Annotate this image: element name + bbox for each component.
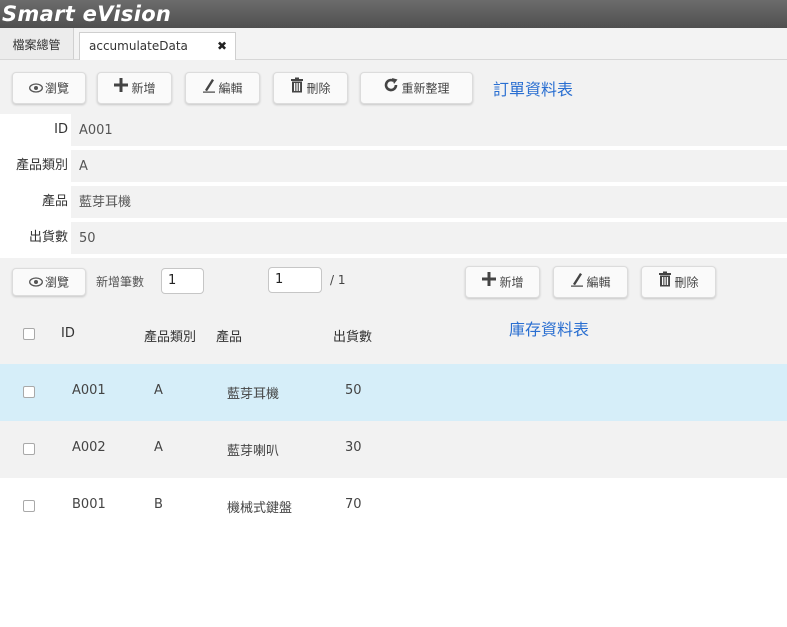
app-title-bar: Smart eVision [0,0,787,28]
category-field[interactable]: A [71,150,787,182]
cell-category: B [154,497,163,512]
add-button[interactable]: 新增 [97,72,172,104]
tab-bar: 檔案總管 accumulateData ✖ [0,28,787,60]
trash-icon [290,74,304,104]
pencil-icon [202,74,216,104]
select-all-checkbox[interactable] [23,328,35,340]
tab-file-explorer[interactable]: 檔案總管 [0,28,74,59]
plus-icon [113,74,129,104]
row-checkbox[interactable] [23,443,35,455]
page-number-input[interactable]: 1 [268,267,322,293]
field-label: 出貨數 [28,230,68,245]
quantity-field[interactable]: 50 [71,222,787,254]
cell-product: 機械式鍵盤 [227,501,293,516]
column-header-quantity[interactable]: 出貨數 [333,326,372,345]
form-row-product: 產品 藍芽耳機 [0,186,787,218]
cell-product: 藍芽耳機 [227,387,280,402]
plus-icon [481,268,497,298]
table-row[interactable]: B001 B 機械式鍵盤 70 [0,478,787,535]
form-row-category: 產品類別 A [0,150,787,182]
cell-category: A [154,383,163,398]
cell-id: B001 [72,497,106,512]
id-field[interactable]: A001 [71,114,787,146]
close-icon[interactable]: ✖ [217,33,227,59]
eye-icon [29,270,43,296]
tab-label: accumulateData [89,39,188,53]
cell-product: 藍芽喇叭 [227,444,280,459]
column-header-product[interactable]: 產品 [216,326,242,345]
cell-quantity: 50 [345,383,362,398]
trash-icon [658,268,672,298]
tab-accumulate-data[interactable]: accumulateData ✖ [79,32,236,60]
column-header-category[interactable]: 產品類別 [144,326,196,345]
table-row[interactable]: A002 A 藍芽喇叭 30 [0,421,787,478]
cell-category: A [154,440,163,455]
cell-quantity: 30 [345,440,362,455]
add-count-input[interactable]: 1 [161,268,204,294]
grid-header: ID 產品類別 產品 出貨數 庫存資料表 [0,304,787,364]
detail-edit-button[interactable]: 編輯 [553,266,628,298]
row-checkbox[interactable] [23,386,35,398]
cell-quantity: 70 [345,497,362,512]
row-checkbox[interactable] [23,500,35,512]
detail-delete-button[interactable]: 刪除 [641,266,716,298]
field-label: 產品類別 [15,158,68,173]
column-header-id[interactable]: ID [61,326,75,341]
view-button[interactable]: 瀏覽 [12,72,86,104]
section-title-inventory: 庫存資料表 [509,320,590,339]
cell-id: A001 [72,383,106,398]
edit-button[interactable]: 編輯 [185,72,260,104]
form-row-id: ID A001 [0,114,787,146]
detail-add-button[interactable]: 新增 [465,266,540,298]
refresh-icon [383,74,399,104]
section-title-orders: 訂單資料表 [493,80,574,99]
table-row[interactable]: A001 A 藍芽耳機 50 [0,364,787,421]
detail-view-button[interactable]: 瀏覽 [12,268,86,296]
delete-button[interactable]: 刪除 [273,72,348,104]
app-title: Smart eVision [2,2,172,26]
field-label: ID [54,122,68,137]
pencil-icon [570,268,584,298]
page-total: / 1 [330,273,346,287]
product-field[interactable]: 藍芽耳機 [71,186,787,218]
master-toolbar: 瀏覽 新增 編輯 刪除 重新整理 訂單資料表 [0,60,787,114]
refresh-button[interactable]: 重新整理 [360,72,473,104]
field-label: 產品 [41,194,68,209]
add-count-label: 新增筆數 [96,275,145,289]
form-row-quantity: 出貨數 50 [0,222,787,254]
eye-icon [29,74,43,104]
cell-id: A002 [72,440,106,455]
detail-toolbar: 瀏覽 新增筆數 1 1 / 1 新增 編輯 刪除 [0,258,787,304]
